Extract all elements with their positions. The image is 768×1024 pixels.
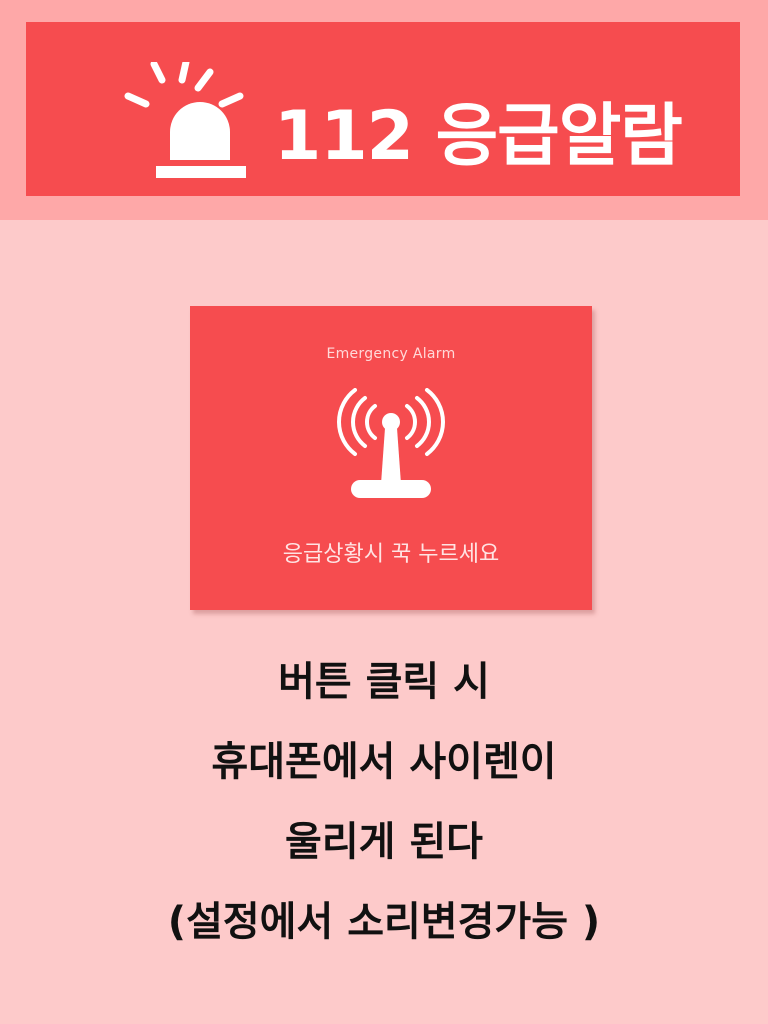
emergency-alarm-button[interactable]: Emergency Alarm 응급상황시 꾹 누르세요 [190, 306, 592, 610]
card-subtitle: Emergency Alarm [326, 346, 456, 362]
description-line: 울리게 된다 [285, 819, 483, 865]
description-line: 버튼 클릭 시 [278, 659, 490, 705]
description-text: 버튼 클릭 시 휴대폰에서 사이렌이 울리게 된다 (설정에서 소리변경가능 ) [0, 642, 768, 962]
description-line: (설정에서 소리변경가능 ) [167, 899, 601, 945]
siren-icon [114, 58, 254, 202]
antenna-signal-icon [331, 388, 451, 506]
header-banner: 112 응급알람 [26, 22, 740, 196]
card-caption: 응급상황시 꾹 누르세요 [282, 542, 500, 567]
description-line: 휴대폰에서 사이렌이 [211, 739, 557, 785]
page-title: 112 응급알람 [274, 97, 683, 176]
